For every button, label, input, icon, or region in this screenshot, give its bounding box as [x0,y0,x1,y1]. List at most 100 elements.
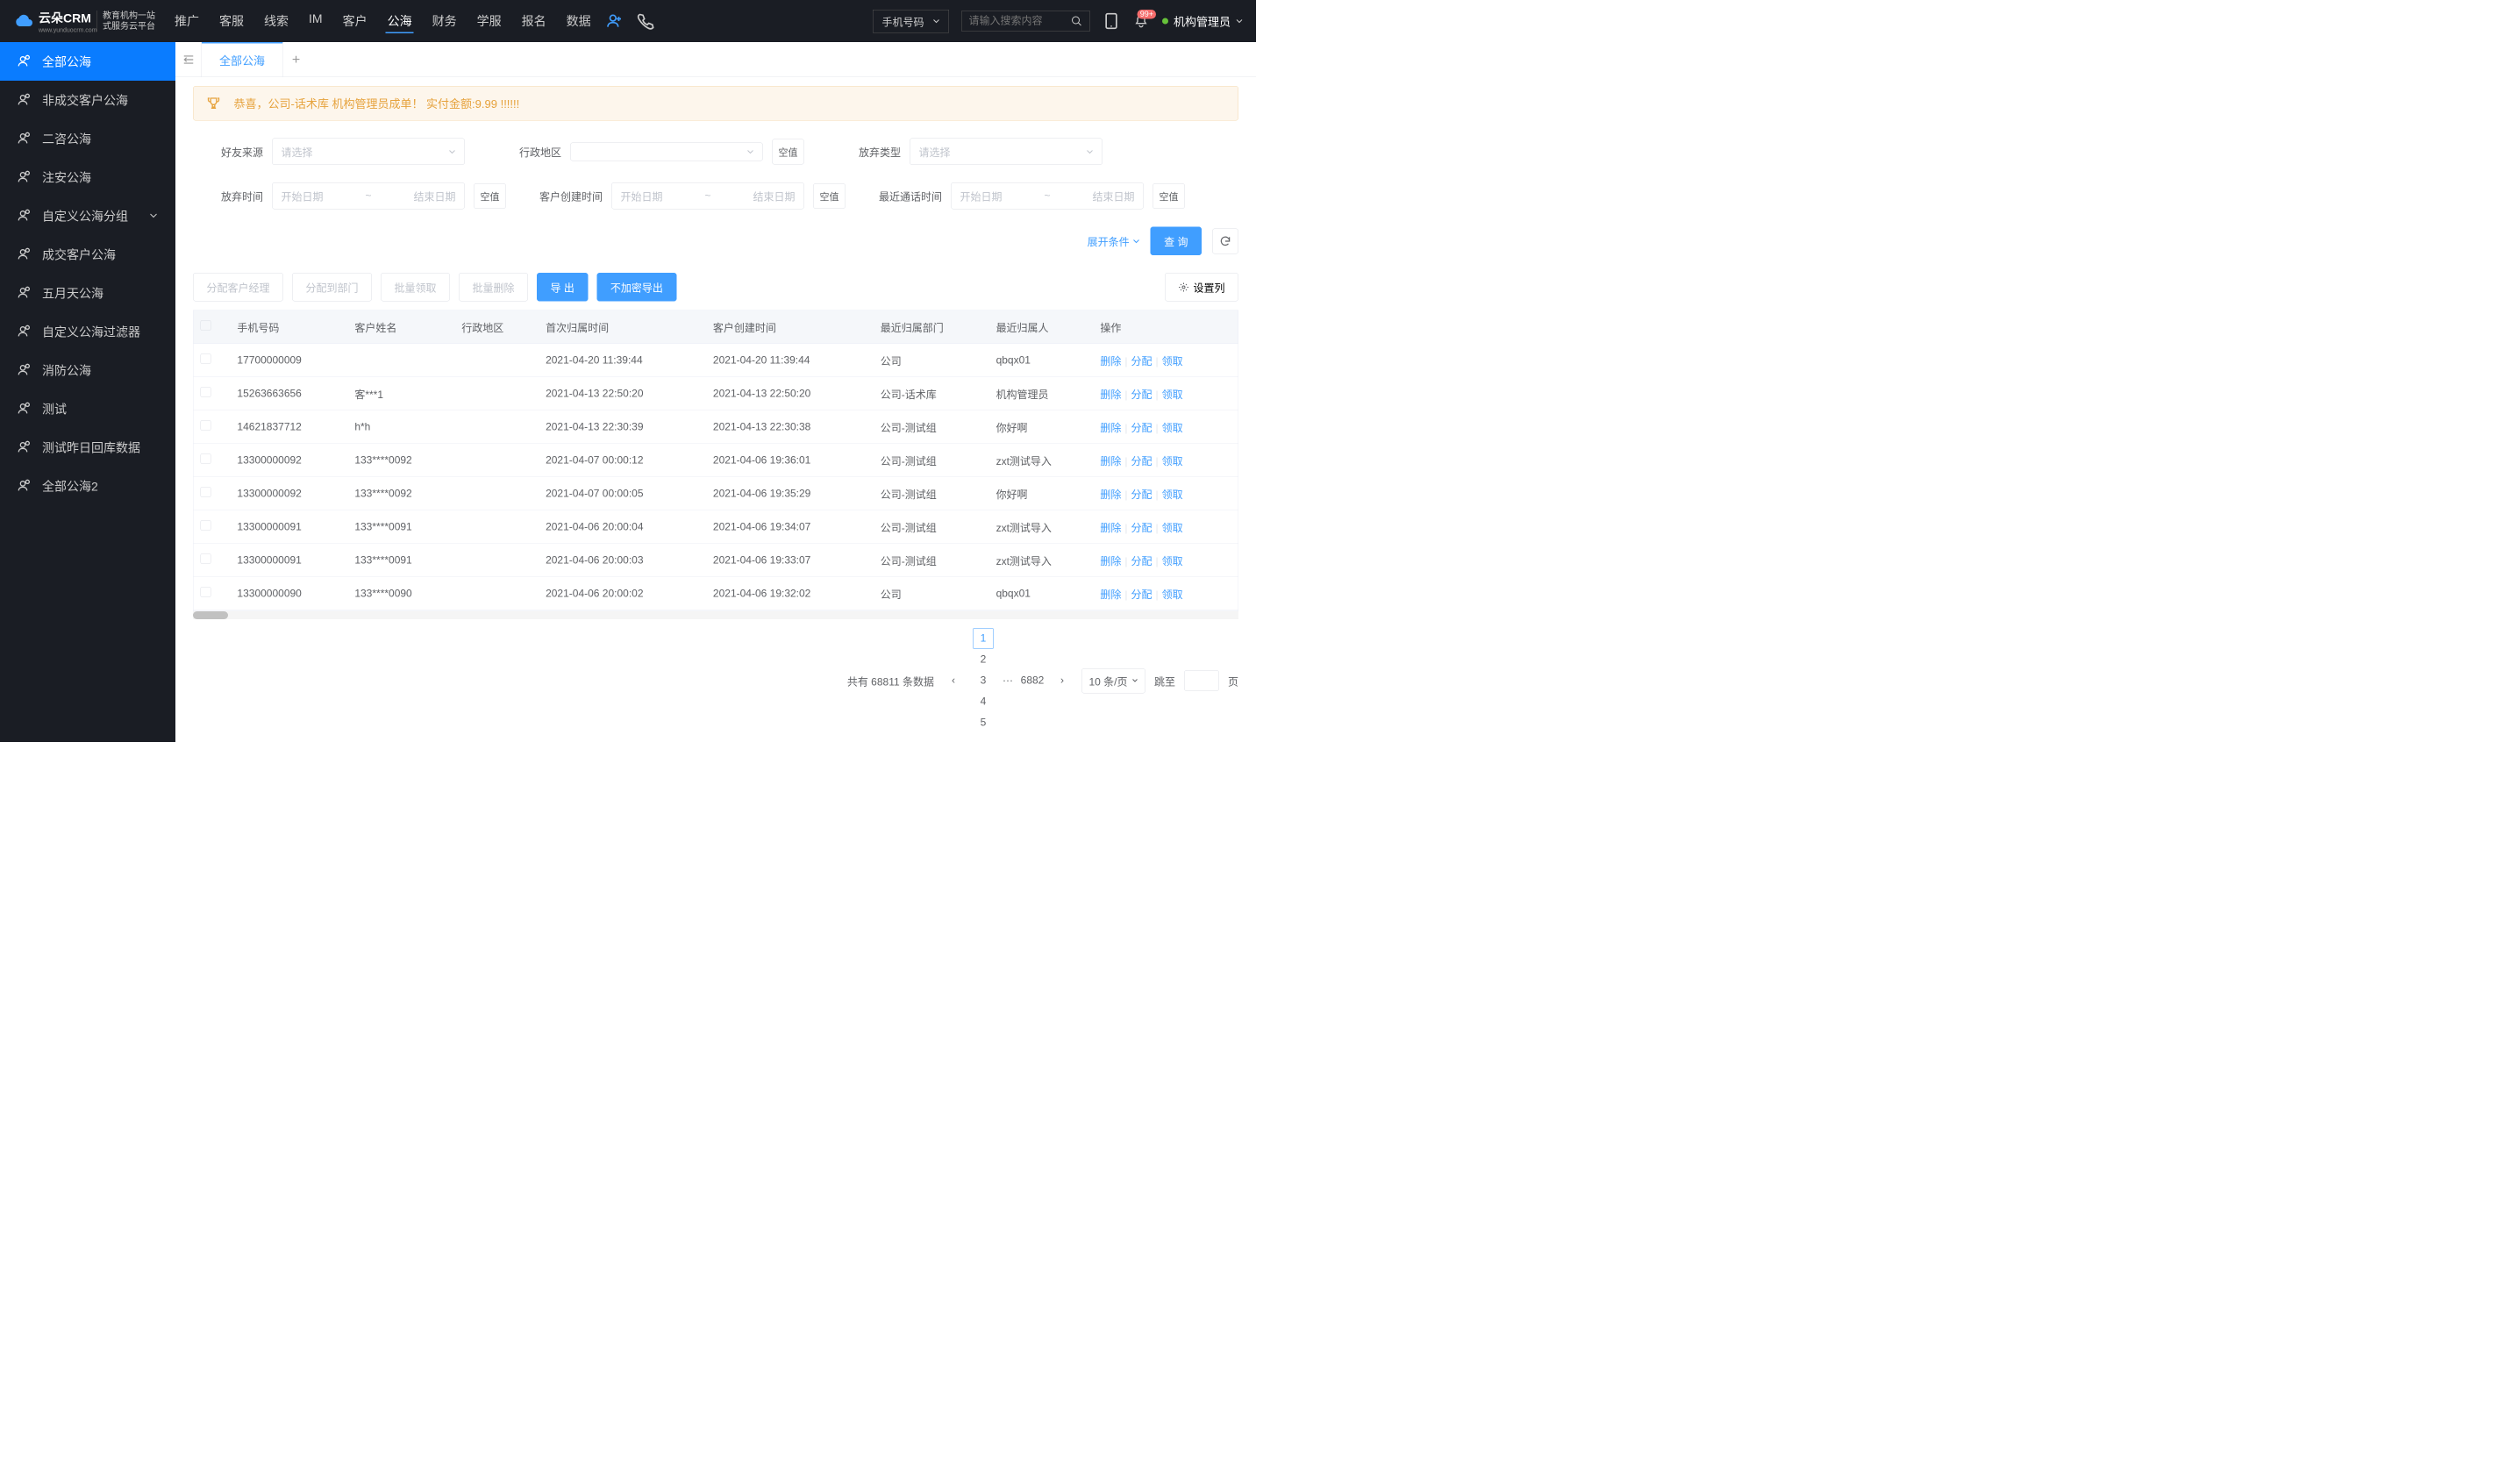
row-checkbox[interactable] [201,353,211,364]
sidebar-item[interactable]: 全部公海 [0,42,175,81]
tab-active[interactable]: 全部公海 [202,42,283,77]
search-icon[interactable] [1070,15,1082,27]
tab-collapse-icon[interactable] [175,42,202,77]
batch-delete-button[interactable]: 批量删除 [459,273,528,302]
last-page-button[interactable]: 6882 [1022,670,1043,691]
abandon-type-select[interactable]: 请选择 [910,139,1103,166]
sidebar-item[interactable]: 全部公海2 [0,467,175,505]
page-number-button[interactable]: 2 [973,649,994,670]
delete-link[interactable]: 删除 [1100,389,1121,402]
claim-link[interactable]: 领取 [1162,356,1183,368]
row-checkbox[interactable] [201,587,211,597]
claim-link[interactable]: 领取 [1162,489,1183,502]
assign-link[interactable]: 分配 [1131,489,1152,502]
column-header: 手机号码 [230,310,347,344]
assign-link[interactable]: 分配 [1131,523,1152,535]
sidebar-item[interactable]: 测试 [0,389,175,428]
notification-icon[interactable]: 99+ [1132,12,1150,30]
delete-link[interactable]: 删除 [1100,456,1121,468]
row-checkbox[interactable] [201,520,211,531]
page-number-button[interactable]: 4 [973,691,994,712]
row-checkbox[interactable] [201,553,211,564]
sidebar-item[interactable]: 成交客户公海 [0,235,175,274]
search-input[interactable] [968,15,1065,27]
abandon-time-null-button[interactable]: 空值 [474,183,506,209]
select-all-checkbox[interactable] [201,320,211,331]
claim-link[interactable]: 领取 [1162,556,1183,568]
assign-link[interactable]: 分配 [1131,423,1152,435]
delete-link[interactable]: 删除 [1100,356,1121,368]
chevron-down-icon [1133,238,1140,245]
page-size-select[interactable]: 10 条/页 [1081,668,1145,694]
nav-item[interactable]: 数据 [565,9,593,33]
delete-link[interactable]: 删除 [1100,523,1121,535]
notice-banner: 恭喜，公司-话术库 机构管理员成单！ 实付金额:9.99 !!!!!! [193,86,1238,121]
assign-link[interactable]: 分配 [1131,589,1152,602]
region-null-button[interactable]: 空值 [772,139,804,164]
search-type-select[interactable]: 手机号码 [873,10,949,33]
row-checkbox[interactable] [201,420,211,431]
nav-item[interactable]: 线索 [262,9,290,33]
page-number-button[interactable]: 5 [973,712,994,733]
phone-icon[interactable] [637,12,654,30]
tab-add-button[interactable]: + [283,52,310,68]
horizontal-scrollbar[interactable] [193,611,1238,619]
row-checkbox[interactable] [201,487,211,497]
sidebar-item[interactable]: 消防公海 [0,351,175,389]
sidebar-item[interactable]: 注安公海 [0,158,175,196]
nav-item[interactable]: 学服 [475,9,503,33]
create-time-range[interactable]: 开始日期~结束日期 [611,182,804,210]
assign-link[interactable]: 分配 [1131,389,1152,402]
assign-dept-button[interactable]: 分配到部门 [292,273,372,302]
source-select[interactable]: 请选择 [272,139,465,166]
claim-link[interactable]: 领取 [1162,523,1183,535]
refresh-button[interactable] [1212,228,1238,253]
next-page-button[interactable]: › [1052,670,1073,691]
region-select[interactable] [570,142,763,161]
sidebar-item[interactable]: 自定义公海分组 [0,196,175,235]
delete-link[interactable]: 删除 [1100,556,1121,568]
nav-item[interactable]: 客户 [341,9,369,33]
claim-link[interactable]: 领取 [1162,423,1183,435]
query-button[interactable]: 查 询 [1151,227,1202,256]
row-checkbox[interactable] [201,453,211,464]
sidebar-item[interactable]: 非成交客户公海 [0,81,175,119]
nav-item[interactable]: 客服 [218,9,246,33]
prev-page-button[interactable]: ‹ [943,670,964,691]
add-user-icon[interactable] [606,12,624,30]
tablet-icon[interactable] [1103,12,1120,30]
assign-link[interactable]: 分配 [1131,356,1152,368]
assign-link[interactable]: 分配 [1131,456,1152,468]
claim-link[interactable]: 领取 [1162,456,1183,468]
last-call-range[interactable]: 开始日期~结束日期 [951,182,1144,210]
assign-manager-button[interactable]: 分配客户经理 [193,273,283,302]
batch-claim-button[interactable]: 批量领取 [381,273,450,302]
sidebar-item[interactable]: 自定义公海过滤器 [0,312,175,351]
jump-page-input[interactable] [1184,670,1219,691]
page-number-button[interactable]: 3 [973,670,994,691]
claim-link[interactable]: 领取 [1162,389,1183,402]
delete-link[interactable]: 删除 [1100,423,1121,435]
last-call-null-button[interactable]: 空值 [1153,183,1185,209]
nav-item[interactable]: IM [307,9,325,33]
assign-link[interactable]: 分配 [1131,556,1152,568]
delete-link[interactable]: 删除 [1100,489,1121,502]
create-time-null-button[interactable]: 空值 [813,183,846,209]
nav-item[interactable]: 财务 [431,9,459,33]
export-plain-button[interactable]: 不加密导出 [596,273,676,302]
expand-filters-link[interactable]: 展开条件 [1088,233,1140,249]
export-button[interactable]: 导 出 [537,273,588,302]
claim-link[interactable]: 领取 [1162,589,1183,602]
nav-item[interactable]: 报名 [520,9,548,33]
row-checkbox[interactable] [201,387,211,397]
abandon-time-range[interactable]: 开始日期~结束日期 [272,182,465,210]
user-role[interactable]: 机构管理员 [1162,13,1243,30]
sidebar-item[interactable]: 测试昨日回库数据 [0,428,175,467]
nav-item[interactable]: 公海 [386,9,414,33]
sidebar-item[interactable]: 五月天公海 [0,274,175,312]
sidebar-item[interactable]: 二咨公海 [0,119,175,158]
nav-item[interactable]: 推广 [173,9,201,33]
set-columns-button[interactable]: 设置列 [1165,273,1238,302]
delete-link[interactable]: 删除 [1100,589,1121,602]
page-number-button[interactable]: 1 [973,628,994,649]
